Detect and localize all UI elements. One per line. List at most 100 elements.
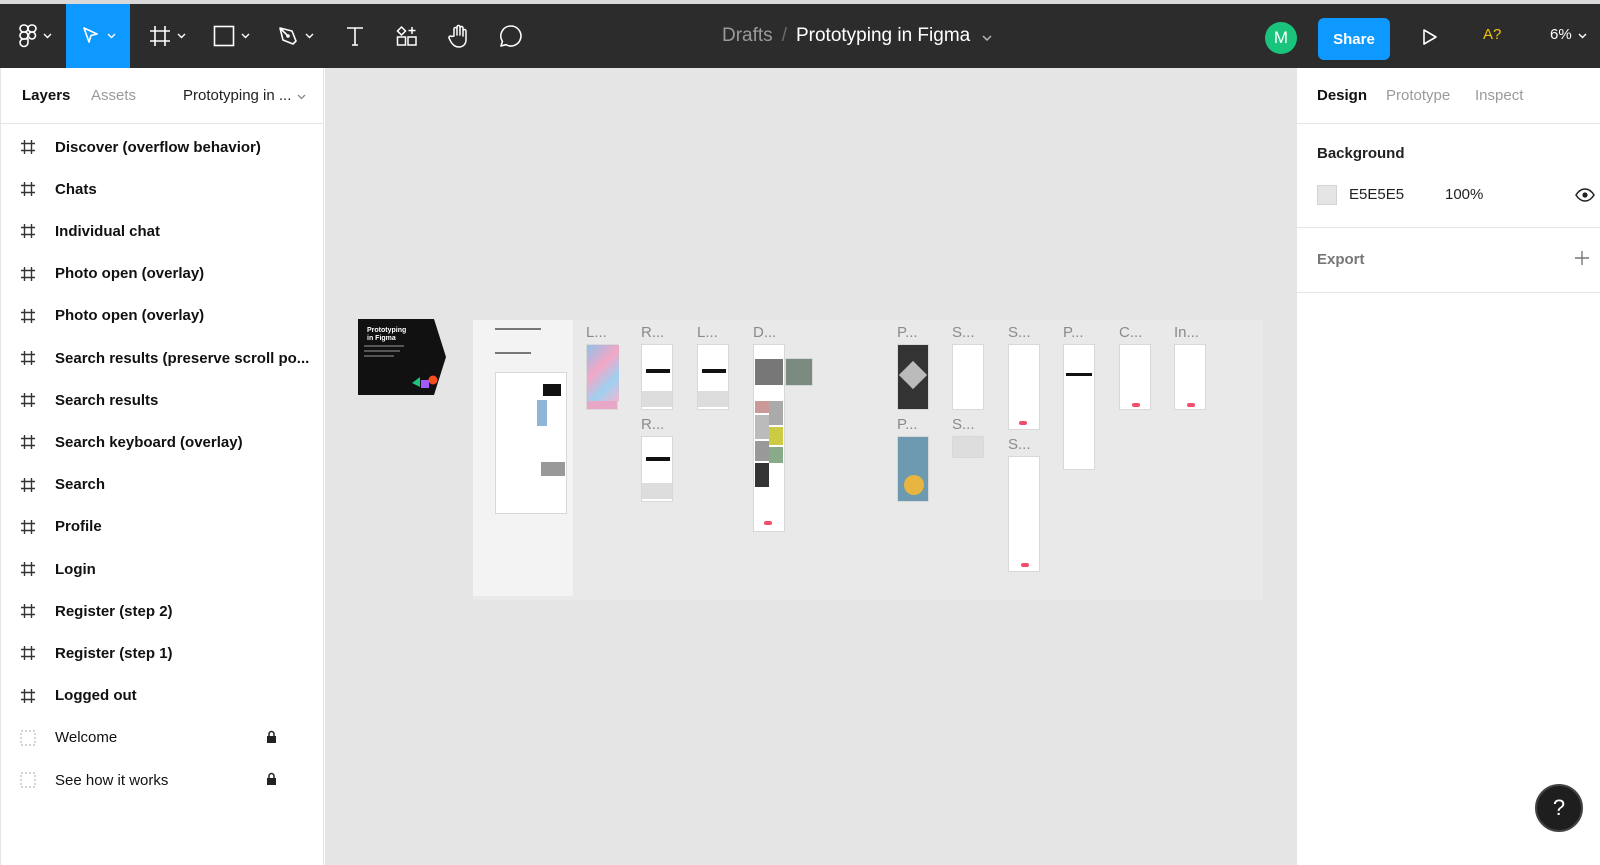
layer-item[interactable]: Chats (1, 168, 323, 210)
frame-thumbnail[interactable] (1063, 344, 1095, 470)
background-color-swatch[interactable] (1317, 185, 1337, 205)
tab-layers[interactable]: Layers (22, 87, 70, 104)
layer-item[interactable]: Register (step 2) (1, 590, 323, 632)
avatar[interactable]: M (1265, 22, 1297, 54)
breadcrumb-separator: / (781, 25, 787, 46)
layer-name: Register (step 1) (55, 644, 173, 662)
left-panel-tabs: Layers Assets Prototyping in ... (1, 68, 323, 124)
frame-label: P... (897, 324, 918, 341)
right-panel-tabs: Design Prototype Inspect (1297, 68, 1600, 124)
layer-item[interactable]: Welcome (1, 717, 323, 759)
comment-tool-button[interactable] (489, 4, 533, 68)
move-tool-button[interactable] (66, 4, 130, 68)
layer-item[interactable]: Register (step 1) (1, 632, 323, 674)
share-button[interactable]: Share (1318, 18, 1390, 60)
layer-item[interactable]: Photo open (overlay) (1, 295, 323, 337)
resources-button[interactable] (385, 4, 429, 68)
text-tool-button[interactable] (333, 4, 377, 68)
frame-icon (1, 223, 55, 239)
frame-label: C... (1119, 324, 1143, 341)
comment-tool-icon (499, 24, 523, 48)
chevron-down-icon (297, 87, 306, 104)
chevron-down-icon[interactable] (982, 25, 992, 47)
frame-icon (1, 139, 55, 155)
accessibility-check[interactable]: A? (1483, 26, 1501, 43)
frame-label: P... (1063, 324, 1084, 341)
doc-thumb (537, 400, 547, 426)
see-how-it-works-frame[interactable] (473, 320, 573, 596)
frame-thumbnail[interactable] (952, 344, 984, 410)
main-menu-button[interactable] (10, 4, 60, 68)
layer-name: Search results (55, 391, 159, 409)
layer-name: Welcome (55, 729, 118, 747)
frame-thumbnail[interactable] (952, 436, 984, 458)
file-name[interactable]: Prototyping in Figma (796, 25, 970, 47)
zoom-dropdown[interactable]: 6% (1550, 26, 1587, 43)
frame-label: L... (586, 324, 607, 341)
help-button[interactable]: ? (1535, 784, 1583, 832)
frame-icon (1, 477, 55, 493)
doc-thumb (541, 462, 565, 476)
background-title: Background (1317, 145, 1405, 162)
page-selector[interactable]: Prototyping in ... (183, 87, 306, 104)
frame-icon (1, 266, 55, 282)
hand-tool-button[interactable] (437, 4, 481, 68)
frame-thumbnail[interactable] (1119, 344, 1151, 410)
lock-icon[interactable] (266, 730, 277, 749)
properties-panel: Design Prototype Inspect Background E5E5… (1296, 68, 1600, 865)
frame-thumbnail[interactable] (897, 344, 929, 410)
background-opacity-field[interactable]: 100% (1445, 186, 1483, 203)
frame-thumbnail[interactable] (697, 344, 729, 410)
add-export-icon[interactable] (1574, 250, 1590, 271)
layer-item[interactable]: Logged out (1, 675, 323, 717)
layer-item[interactable]: See how it works (1, 759, 323, 801)
frame-tool-button[interactable] (140, 4, 194, 68)
chevron-down-icon (177, 33, 186, 39)
frame-label: S... (1008, 436, 1031, 453)
frame-label: R... (641, 324, 665, 341)
frame-icon (1, 434, 55, 450)
frame-icon (1, 308, 55, 324)
lock-icon[interactable] (266, 772, 277, 791)
pen-tool-button[interactable] (268, 4, 322, 68)
tab-prototype[interactable]: Prototype (1386, 87, 1450, 104)
layer-item[interactable]: Discover (overflow behavior) (1, 126, 323, 168)
layer-item[interactable]: Search results (1, 379, 323, 421)
background-hex-field[interactable]: E5E5E5 (1349, 186, 1404, 203)
present-button[interactable] (1422, 28, 1438, 51)
cover-frame-thumbnail[interactable]: Prototyping in Figma (358, 319, 446, 395)
layer-item[interactable]: Search results (preserve scroll po... (1, 337, 323, 379)
chevron-down-icon (1578, 26, 1587, 43)
tab-inspect[interactable]: Inspect (1475, 87, 1523, 104)
frame-thumbnail[interactable] (785, 358, 813, 386)
frame-thumbnail[interactable] (641, 436, 673, 502)
move-tool-icon (81, 26, 101, 46)
layer-item[interactable]: Individual chat (1, 210, 323, 252)
frame-thumbnail[interactable] (1008, 456, 1040, 572)
frame-thumbnail[interactable] (641, 344, 673, 410)
tab-design[interactable]: Design (1317, 87, 1367, 104)
frame-thumbnail[interactable] (753, 344, 785, 532)
layer-item[interactable]: Search keyboard (overlay) (1, 421, 323, 463)
tab-assets[interactable]: Assets (91, 87, 136, 104)
layer-name: Login (55, 560, 96, 578)
layer-name: Register (step 2) (55, 602, 173, 620)
canvas[interactable]: Prototyping in Figma L... R... L... D...… (325, 68, 1296, 865)
layer-item[interactable]: Search (1, 464, 323, 506)
frame-label: L... (697, 324, 718, 341)
frame-thumbnail[interactable] (1174, 344, 1206, 410)
doc-thumb (543, 384, 561, 396)
chevron-down-icon (305, 33, 314, 39)
eye-icon[interactable] (1575, 188, 1595, 207)
frame-icon (1, 561, 55, 577)
page-selector-label: Prototyping in ... (183, 87, 292, 104)
frame-thumbnail[interactable] (897, 436, 929, 502)
layer-item[interactable]: Profile (1, 506, 323, 548)
layer-item[interactable]: Photo open (overlay) (1, 253, 323, 295)
breadcrumb-drafts[interactable]: Drafts (722, 25, 773, 47)
frame-thumbnail[interactable] (1008, 344, 1040, 430)
background-section (1297, 124, 1600, 228)
layer-item[interactable]: Login (1, 548, 323, 590)
frame-thumbnail[interactable] (586, 344, 619, 410)
shape-tool-button[interactable] (204, 4, 258, 68)
